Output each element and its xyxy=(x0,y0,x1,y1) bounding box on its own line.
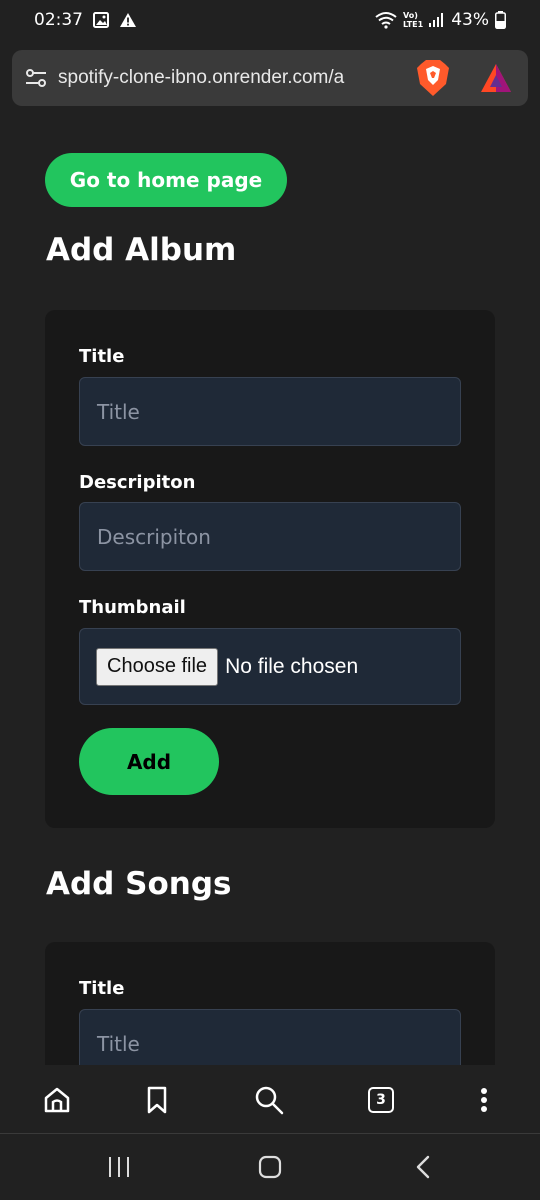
add-songs-heading: Add Songs xyxy=(46,866,232,902)
home-nav-icon[interactable] xyxy=(255,1154,285,1180)
add-album-form: Title Title Descripiton Descripiton Thum… xyxy=(45,310,495,828)
tabs-button[interactable]: 3 xyxy=(366,1085,396,1115)
description-label: Descripiton xyxy=(79,472,196,493)
title-label: Title xyxy=(79,346,125,367)
network-label: Vo) LTE1 xyxy=(402,11,424,29)
song-title-label: Title xyxy=(79,978,125,999)
brave-shields-icon[interactable] xyxy=(416,59,450,97)
recent-apps-icon[interactable] xyxy=(104,1154,134,1180)
go-home-button[interactable]: Go to home page xyxy=(45,153,287,207)
album-description-input[interactable]: Descripiton xyxy=(79,502,461,571)
system-nav-bar xyxy=(0,1133,540,1200)
browser-toolbar: 3 xyxy=(0,1065,540,1133)
wifi-icon xyxy=(375,11,397,29)
song-title-input[interactable]: Title xyxy=(79,1009,461,1065)
album-title-input[interactable]: Title xyxy=(79,377,461,446)
battery-icon xyxy=(495,11,506,29)
status-bar: 02:37 Vo) LTE1 43% xyxy=(0,0,540,40)
status-left: 02:37 xyxy=(34,10,137,30)
web-page: Go to home page Add Album Title Title De… xyxy=(0,120,540,1065)
signal-icon xyxy=(429,12,445,28)
back-icon[interactable] xyxy=(408,1154,438,1180)
home-icon[interactable] xyxy=(42,1085,72,1115)
add-album-button[interactable]: Add xyxy=(79,728,219,795)
battery-percent: 43% xyxy=(451,10,489,30)
file-status-text: No file chosen xyxy=(225,654,359,678)
status-time: 02:37 xyxy=(34,10,83,30)
address-bar[interactable]: spotify-clone-ibno.onrender.com/a xyxy=(12,50,528,106)
thumbnail-label: Thumbnail xyxy=(79,597,186,618)
choose-file-button[interactable]: Choose file xyxy=(96,647,219,686)
brave-rewards-icon[interactable] xyxy=(480,63,512,93)
status-right: Vo) LTE1 43% xyxy=(375,10,506,30)
search-icon[interactable] xyxy=(254,1085,284,1115)
site-settings-icon[interactable] xyxy=(24,66,48,90)
tab-count: 3 xyxy=(368,1087,394,1113)
thumbnail-file-input[interactable]: Choose file No file chosen xyxy=(79,628,461,705)
warning-icon xyxy=(119,12,137,28)
bookmark-icon[interactable] xyxy=(142,1085,172,1115)
more-menu-icon[interactable] xyxy=(469,1085,499,1115)
gallery-icon xyxy=(93,12,109,28)
url-text[interactable]: spotify-clone-ibno.onrender.com/a xyxy=(58,67,402,89)
add-songs-form: Title Title xyxy=(45,942,495,1065)
add-album-heading: Add Album xyxy=(46,232,237,268)
